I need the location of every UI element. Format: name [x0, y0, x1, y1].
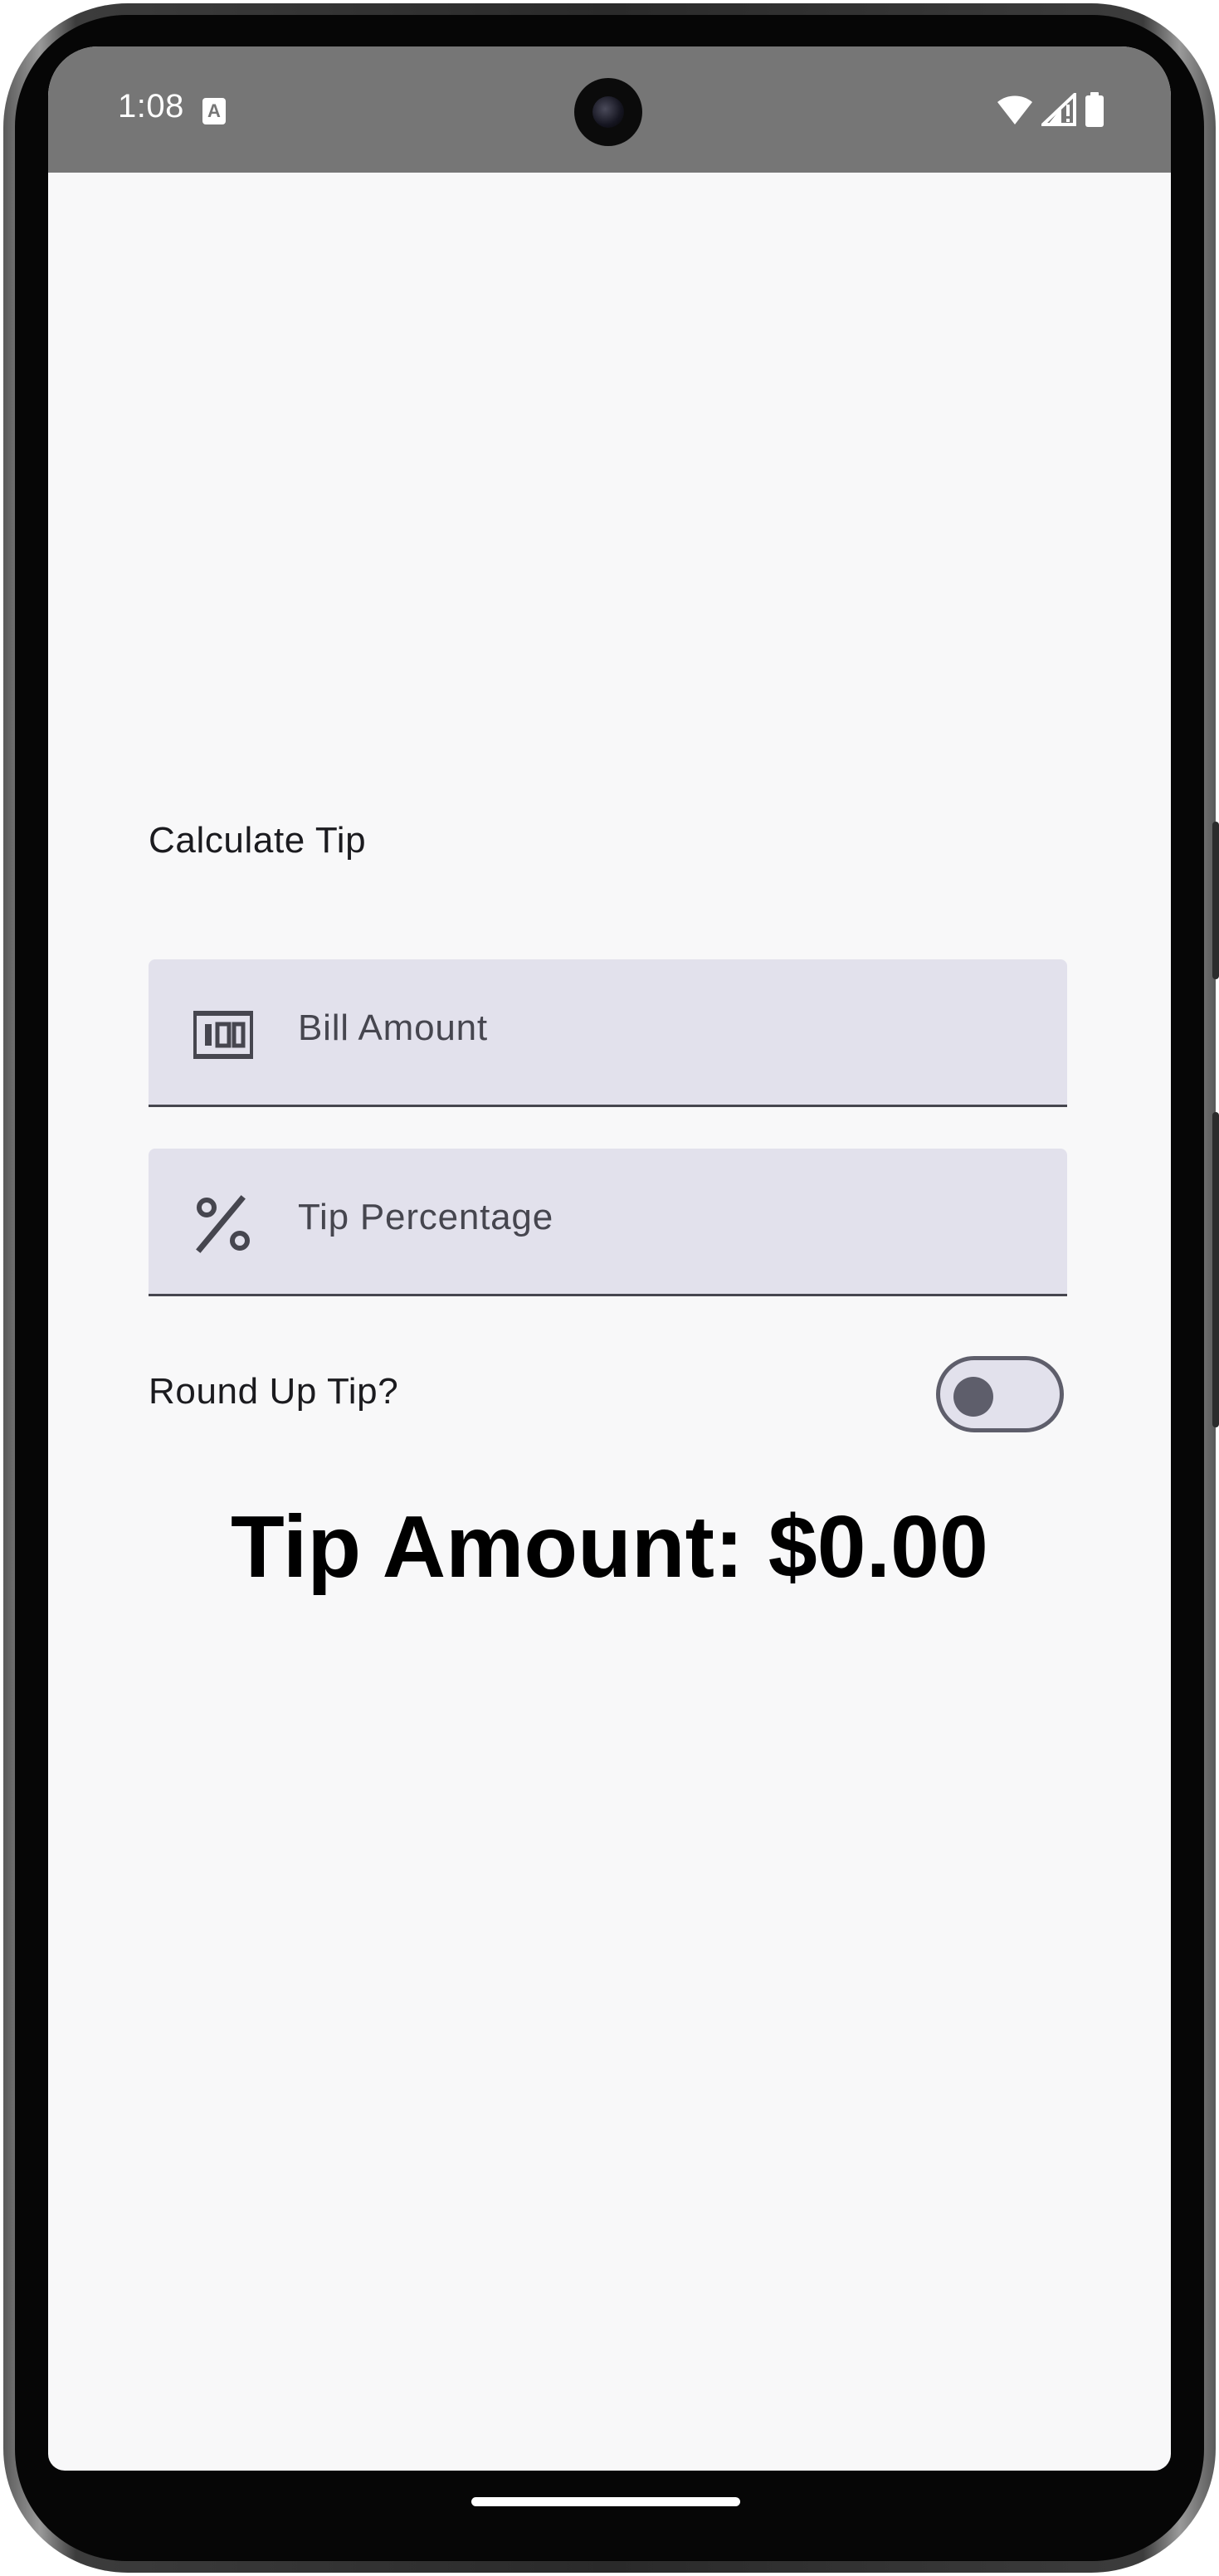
bill-amount-field[interactable]: Bill Amount: [149, 959, 1067, 1107]
device-frame: 1:08 A Calculate Tip Bill Amount Tip Per…: [0, 0, 1219, 2576]
switch-thumb: [953, 1377, 993, 1417]
status-bar: 1:08 A: [48, 46, 1171, 173]
round-up-label: Round Up Tip?: [149, 1371, 399, 1412]
a-text-icon: A: [202, 98, 226, 124]
percent-icon: [196, 1195, 250, 1253]
tip-percentage-field[interactable]: Tip Percentage: [149, 1149, 1067, 1296]
screen: 1:08 A Calculate Tip Bill Amount Tip Per…: [48, 46, 1171, 2471]
volume-button: [1212, 1112, 1219, 1427]
tip-percentage-label: Tip Percentage: [298, 1197, 553, 1237]
camera-lens: [592, 96, 624, 128]
page-title: Calculate Tip: [149, 820, 367, 861]
home-indicator[interactable]: [471, 2497, 740, 2506]
bill-amount-label: Bill Amount: [298, 1007, 488, 1048]
power-button: [1212, 822, 1219, 979]
front-camera: [574, 78, 642, 146]
battery-icon: [1085, 92, 1104, 127]
status-icons: [997, 90, 1104, 129]
status-time: 1:08: [118, 88, 184, 124]
money-icon: [193, 1011, 253, 1059]
tip-amount-result: Tip Amount: $0.00: [231, 1498, 988, 1596]
wifi-icon: [997, 95, 1032, 124]
signal-icon: [1041, 93, 1076, 126]
round-up-switch[interactable]: [936, 1356, 1064, 1432]
